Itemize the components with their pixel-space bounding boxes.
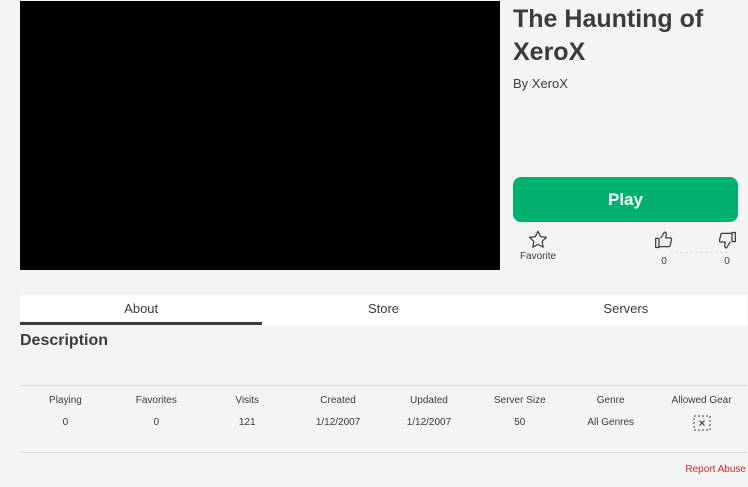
upvote-button[interactable]: 0 — [653, 230, 675, 267]
stat-value: 121 — [238, 417, 256, 428]
favorite-label: Favorite — [519, 251, 557, 262]
stat-server-size: Server Size 50 — [474, 395, 565, 436]
stat-updated: Updated 1/12/2007 — [384, 395, 475, 436]
favorite-button[interactable]: Favorite — [513, 230, 563, 262]
stat-value: All Genres — [587, 417, 635, 428]
stat-label: Created — [320, 395, 356, 406]
game-tabs: About Store Servers — [20, 295, 747, 325]
stat-label: Server Size — [493, 395, 546, 406]
stat-value: 0 — [153, 417, 160, 428]
stat-playing: Playing 0 — [20, 395, 111, 436]
stat-label: Favorites — [135, 395, 177, 406]
stat-label: Playing — [49, 395, 82, 406]
tab-store[interactable]: Store — [262, 295, 504, 325]
thumbs-down-icon — [718, 231, 736, 249]
stat-value: 50 — [514, 417, 526, 428]
stats-divider-top — [20, 385, 747, 386]
star-icon — [528, 230, 548, 248]
stat-created: Created 1/12/2007 — [293, 395, 384, 436]
tab-about[interactable]: About — [20, 295, 263, 325]
stat-label: Genre — [596, 395, 625, 406]
gear-unavailable-icon — [693, 415, 711, 436]
stat-label: Updated — [410, 395, 448, 406]
play-button[interactable]: Play — [513, 177, 738, 222]
stat-visits: Visits 121 — [202, 395, 293, 436]
stat-value: 1/12/2007 — [315, 417, 361, 428]
stat-label: Allowed Gear — [671, 395, 732, 406]
downvote-count: 0 — [724, 256, 730, 267]
upvote-count: 0 — [661, 256, 667, 267]
report-abuse-link[interactable]: Report Abuse — [685, 464, 746, 475]
stat-label: Visits — [235, 395, 260, 406]
stats-divider-bottom — [20, 452, 747, 453]
game-stats: Playing 0 Favorites 0 Visits 121 Created… — [20, 395, 747, 436]
tab-servers[interactable]: Servers — [505, 295, 747, 325]
stat-genre: Genre All Genres — [565, 395, 656, 436]
game-thumbnail[interactable] — [20, 1, 500, 270]
creator-byline[interactable]: By XeroX — [513, 76, 568, 91]
stat-favorites: Favorites 0 — [111, 395, 202, 436]
description-heading: Description — [20, 332, 109, 349]
thumbs-up-icon — [655, 231, 673, 249]
stat-value: 1/12/2007 — [406, 417, 452, 428]
stat-allowed-gear: Allowed Gear — [656, 395, 747, 436]
stat-value: 0 — [62, 417, 69, 428]
game-title: The Haunting of XeroX — [513, 5, 704, 66]
downvote-button[interactable]: 0 — [716, 230, 738, 267]
